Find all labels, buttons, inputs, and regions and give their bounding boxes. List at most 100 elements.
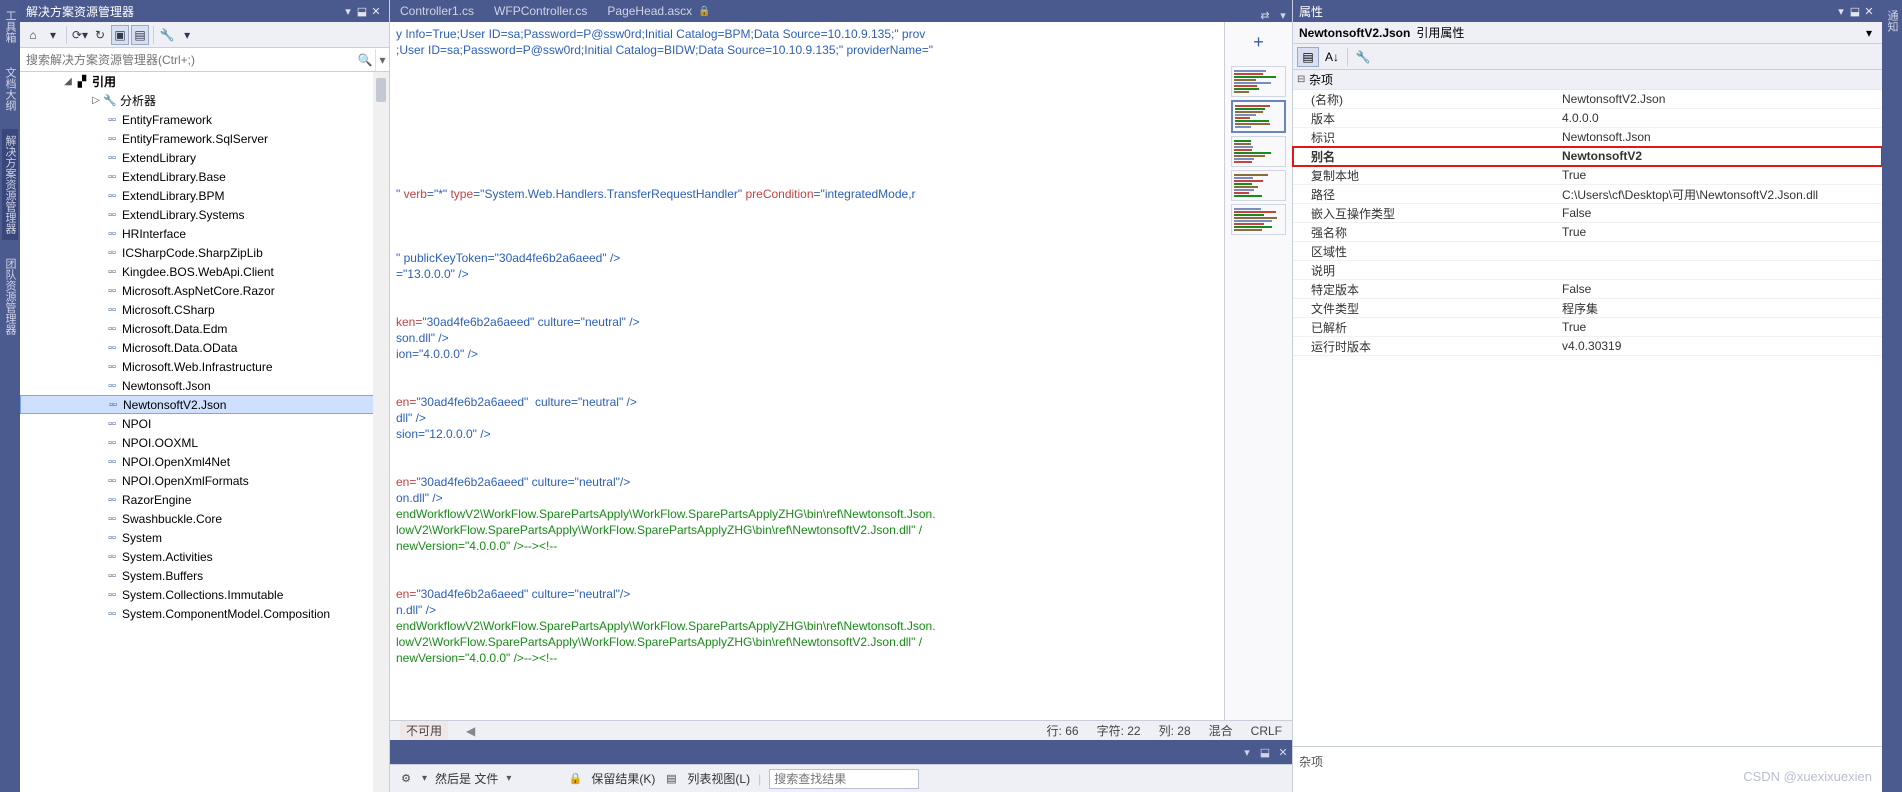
collapse-icon[interactable]: ⊟ [1297,74,1309,85]
minimap-block[interactable] [1231,100,1286,133]
property-value[interactable]: NewtonsoftV2 [1558,147,1882,165]
tree-node-ref[interactable]: ▫▫Newtonsoft.Json [20,376,389,395]
tree-node-ref[interactable]: ▫▫ICSharpCode.SharpZipLib [20,243,389,262]
property-row[interactable]: 标识Newtonsoft.Json [1293,128,1882,147]
property-row[interactable]: 区域性 [1293,242,1882,261]
property-value[interactable] [1558,242,1882,260]
tab-controller1[interactable]: Controller1.cs [390,0,484,22]
tree-node-ref[interactable]: ▫▫NPOI.OOXML [20,433,389,452]
property-value[interactable]: 程序集 [1558,299,1882,317]
property-row[interactable]: 运行时版本v4.0.30319 [1293,337,1882,356]
close-icon[interactable]: ✕ [1274,746,1292,759]
pin-icon[interactable]: ⬓ [355,5,369,18]
tree-node-ref[interactable]: ▫▫Swashbuckle.Core [20,509,389,528]
gear-icon[interactable]: ⚙ [398,772,414,785]
left-tab-toolbox[interactable]: 工具箱 [2,4,18,49]
property-row[interactable]: 版本4.0.0.0 [1293,109,1882,128]
property-row[interactable]: 别名NewtonsoftV2 [1293,147,1882,166]
tree-node-ref[interactable]: ▫▫Microsoft.AspNetCore.Razor [20,281,389,300]
minimap-block[interactable] [1231,204,1286,235]
property-row[interactable]: 强名称True [1293,223,1882,242]
dropdown-icon[interactable]: ▾ [1834,5,1848,18]
tree-node-ref[interactable]: ▫▫Microsoft.Data.OData [20,338,389,357]
tree-node-analyzer[interactable]: ▷ 🔧 分析器 [20,91,389,110]
dropdown-icon[interactable]: ▾ [341,5,355,18]
tree-node-ref[interactable]: ▫▫EntityFramework.SqlServer [20,129,389,148]
tree-node-ref[interactable]: ▫▫ExtendLibrary [20,148,389,167]
home-icon[interactable]: ⌂ [24,25,42,45]
property-row[interactable]: 路径C:\Users\cf\Desktop\可用\NewtonsoftV2.Js… [1293,185,1882,204]
property-value[interactable]: 4.0.0.0 [1558,109,1882,127]
find-list-label[interactable]: 列表视图(L) [687,770,750,787]
tree-node-ref[interactable]: ▫▫System.Buffers [20,566,389,585]
tree-scrollbar[interactable] [373,72,389,792]
property-value[interactable]: C:\Users\cf\Desktop\可用\NewtonsoftV2.Json… [1558,185,1882,203]
property-row[interactable]: 已解析True [1293,318,1882,337]
tree-node-ref[interactable]: ▫▫ExtendLibrary.Base [20,167,389,186]
property-value[interactable]: Newtonsoft.Json [1558,128,1882,146]
more-icon[interactable]: ▾ [178,25,196,45]
pin-icon[interactable]: ⬓ [1256,746,1274,759]
property-row[interactable]: 说明 [1293,261,1882,280]
search-input[interactable] [20,49,355,71]
tree-node-ref[interactable]: ▫▫NPOI.OpenXmlFormats [20,471,389,490]
tree-node-ref[interactable]: ▫▫System.Collections.Immutable [20,585,389,604]
property-row[interactable]: 文件类型程序集 [1293,299,1882,318]
list-icon[interactable]: ▤ [663,772,679,785]
find-keep-label[interactable]: 保留结果(K) [591,770,655,787]
alphabetical-icon[interactable]: A↓ [1321,47,1343,67]
property-value[interactable]: v4.0.30319 [1558,337,1882,355]
tree-node-ref[interactable]: ▫▫Microsoft.Data.Edm [20,319,389,338]
tree-node-ref[interactable]: ▫▫System.ComponentModel.Composition [20,604,389,623]
add-icon[interactable]: + [1225,32,1292,53]
tree-node-references[interactable]: ◢ ▞ 引用 [20,72,389,91]
categorized-icon[interactable]: ▤ [1297,47,1319,67]
left-tab-docoutline[interactable]: 文档大纲 [2,61,18,117]
property-row[interactable]: 嵌入互操作类型False [1293,204,1882,223]
refresh-icon[interactable]: ↻ [91,25,109,45]
expand-icon[interactable]: ▷ [90,95,102,106]
tree-node-ref[interactable]: ▫▫NewtonsoftV2.Json [20,395,389,414]
find-search-input[interactable] [769,769,919,789]
dropdown-icon[interactable]: ▾ [1862,26,1876,40]
tree-node-ref[interactable]: ▫▫System.Activities [20,547,389,566]
back-forward-icon[interactable]: ⟳▾ [71,25,89,45]
tree-node-ref[interactable]: ▫▫Kingdee.BOS.WebApi.Client [20,262,389,281]
tree-node-ref[interactable]: ▫▫ExtendLibrary.BPM [20,186,389,205]
dropdown-icon[interactable]: ▾ [1238,746,1256,759]
tree-node-ref[interactable]: ▫▫EntityFramework [20,110,389,129]
property-value[interactable]: NewtonsoftV2.Json [1558,90,1882,108]
overflow-icon[interactable]: ⇄ [1256,9,1274,22]
tree-node-ref[interactable]: ▫▫Microsoft.CSharp [20,300,389,319]
solution-tree[interactable]: ◢ ▞ 引用 ▷ 🔧 分析器 ▫▫EntityFramework▫▫Entity… [20,72,389,792]
properties-icon[interactable]: 🔧 [158,25,176,45]
search-dropdown-icon[interactable]: ▾ [375,49,389,71]
tree-node-ref[interactable]: ▫▫NPOI.OpenXml4Net [20,452,389,471]
close-icon[interactable]: ✕ [369,5,383,18]
show-all-icon[interactable]: ▣ [111,25,129,45]
tree-node-ref[interactable]: ▫▫RazorEngine [20,490,389,509]
dropdown-icon[interactable]: ▾ [44,25,62,45]
left-tab-solexp[interactable]: 解决方案资源管理器 [2,129,18,240]
tree-node-ref[interactable]: ▫▫NPOI [20,414,389,433]
property-value[interactable]: True [1558,166,1882,184]
tree-node-ref[interactable]: ▫▫Microsoft.Web.Infrastructure [20,357,389,376]
property-value[interactable]: False [1558,280,1882,298]
property-value[interactable] [1558,261,1882,279]
search-icon[interactable]: 🔍 [355,53,375,67]
minimap-block[interactable] [1231,66,1286,97]
minimap-block[interactable] [1231,136,1286,167]
property-value[interactable]: True [1558,318,1882,336]
properties-object-header[interactable]: NewtonsoftV2.Json 引用属性 ▾ [1293,22,1882,44]
tab-wfpcontroller[interactable]: WFPController.cs [484,0,597,22]
dropdown-icon[interactable]: ▾ [1274,9,1292,22]
left-tab-teamexp[interactable]: 团队资源管理器 [2,252,18,341]
property-value[interactable]: False [1558,204,1882,222]
lock-icon[interactable]: 🔒 [567,772,583,785]
property-value[interactable]: True [1558,223,1882,241]
expand-icon[interactable]: ◢ [62,76,74,87]
right-tab-notifications[interactable]: 通知 [1884,4,1900,38]
property-row[interactable]: 特定版本False [1293,280,1882,299]
collapse-all-icon[interactable]: ▤ [131,25,149,45]
pin-icon[interactable]: ⬓ [1848,5,1862,18]
